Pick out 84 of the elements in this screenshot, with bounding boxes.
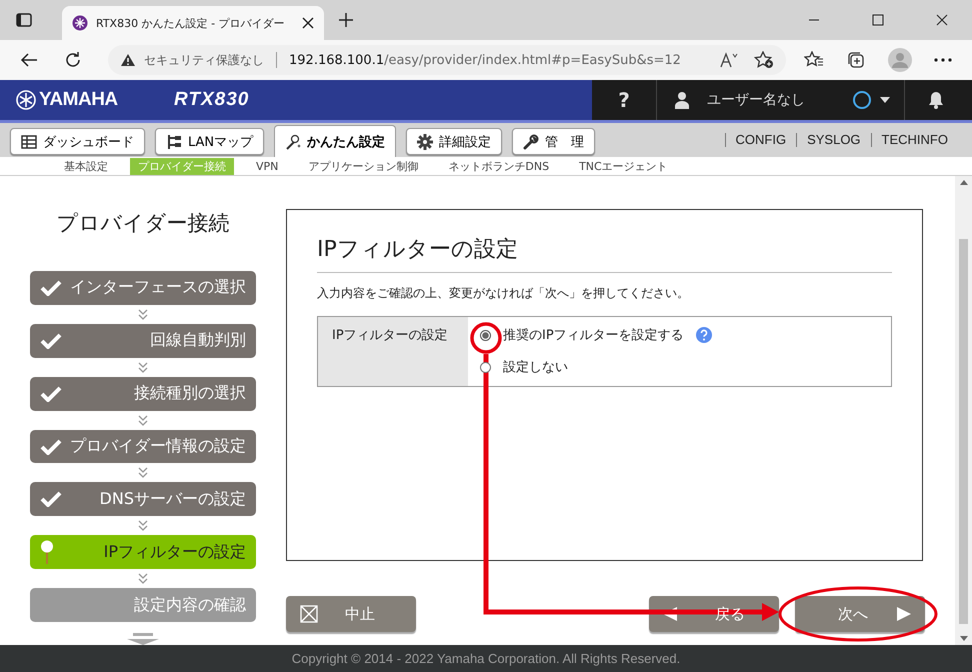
nav-link[interactable]: CONFIG — [724, 133, 796, 147]
highlight-circle — [470, 322, 502, 354]
user-icon — [675, 91, 689, 109]
wizard-step: 回線自動判別 — [30, 324, 256, 358]
help-icon[interactable] — [696, 327, 712, 343]
radio-button[interactable] — [480, 330, 491, 340]
next-button[interactable]: 次へ — [795, 596, 925, 632]
check-icon — [40, 491, 62, 508]
collections-icon[interactable] — [846, 51, 866, 69]
option-label[interactable]: 設定しない — [503, 358, 568, 376]
close-tab-icon[interactable] — [302, 17, 314, 29]
double-chevron-icon — [138, 467, 148, 478]
gear-icon — [417, 134, 434, 150]
read-aloud-icon[interactable] — [720, 52, 738, 68]
box-x-icon — [300, 605, 318, 623]
warning-icon — [120, 53, 136, 67]
scroll-up-icon[interactable] — [960, 180, 968, 185]
address-field[interactable]: セキュリティ保護なし 192.168.100.1/easy/provider/index.html#p=EasySub&s=12 — [108, 45, 786, 75]
close-window-icon[interactable] — [936, 14, 948, 26]
new-tab-icon[interactable] — [338, 12, 354, 28]
nav-tab[interactable]: ダッシュボード — [10, 128, 145, 155]
wizard-step: IPフィルターの設定 — [30, 535, 256, 570]
check-icon — [40, 280, 62, 296]
url-text: 192.168.100.1/easy/provider/index.html#p=EasySub&s=12 — [289, 52, 681, 68]
option-label[interactable]: 推奨のIPフィルターを設定する — [503, 326, 684, 344]
wizard-title: プロバイダー接続 — [56, 210, 230, 237]
wand-icon — [285, 134, 302, 150]
wizard-step: インターフェースの選択 — [30, 271, 256, 305]
wrench-icon — [523, 134, 540, 150]
favorite-add-icon[interactable] — [754, 51, 774, 69]
pin-icon — [40, 540, 54, 564]
scrollbar-thumb[interactable] — [959, 239, 968, 624]
tab-actions-icon[interactable] — [16, 13, 32, 27]
reload-icon[interactable] — [64, 51, 82, 69]
nav-link[interactable]: SYSLOG — [796, 133, 871, 147]
check-icon — [40, 386, 62, 402]
double-chevron-icon — [138, 520, 148, 532]
ring-icon — [852, 90, 872, 110]
check-icon — [40, 332, 62, 349]
nav-tab[interactable]: 管 理 — [512, 128, 596, 155]
panel-title: IPフィルターの設定 — [317, 234, 892, 273]
double-chevron-icon — [138, 308, 148, 320]
cancel-button[interactable]: 中止 — [286, 596, 416, 632]
help-button[interactable]: ? — [592, 80, 656, 120]
caret-icon — [880, 97, 890, 103]
maximize-icon[interactable] — [872, 14, 884, 26]
tab-title: RTX830 かんたん設定 - プロバイダー — [96, 16, 286, 30]
nav-link[interactable]: TECHINFO — [870, 133, 958, 147]
favorites-icon[interactable] — [804, 51, 824, 69]
instruction-text: 入力内容をご確認の上、変更がなければ「次へ」を押してください。 — [317, 285, 690, 302]
security-label: セキュリティ保護なし — [144, 52, 264, 68]
more-icon[interactable] — [934, 58, 952, 62]
back-icon[interactable] — [20, 52, 38, 68]
field-label: IPフィルターの設定 — [318, 317, 468, 386]
nav-tab[interactable]: 詳細設定 — [406, 128, 502, 155]
subnav-item[interactable]: TNCエージェント — [571, 158, 676, 174]
brand-logo: YAMAHA — [39, 89, 118, 111]
check-icon — [40, 438, 62, 454]
nav-tab[interactable]: かんたん設定 — [274, 125, 396, 157]
subnav-item[interactable]: VPN — [248, 158, 286, 174]
double-chevron-icon — [138, 573, 148, 584]
model-name: RTX830 — [174, 89, 250, 111]
double-chevron-icon — [138, 414, 148, 426]
bell-icon — [928, 91, 944, 109]
tree-diagram-icon — [166, 134, 182, 150]
tuning-fork-logo-icon — [16, 90, 36, 110]
grid-icon — [21, 134, 37, 150]
wizard-step: 設定内容の確認 — [30, 588, 256, 622]
nav-tab[interactable]: LANマップ — [155, 128, 264, 155]
wizard-step: DNSサーバーの設定 — [30, 482, 256, 516]
wizard-step: 接続種別の選択 — [30, 376, 256, 411]
site-favicon-icon — [72, 15, 88, 31]
scrollbar[interactable] — [955, 176, 972, 645]
subnav-item[interactable]: 基本設定 — [56, 158, 116, 174]
scroll-down-icon[interactable] — [960, 636, 968, 641]
browser-tab[interactable]: RTX830 かんたん設定 - プロバイダー — [62, 6, 324, 40]
wizard-step: プロバイダー情報の設定 — [30, 430, 256, 464]
subnav-item[interactable]: ネットボランチDNS — [440, 158, 558, 174]
subnav-item[interactable]: アプリケーション制御 — [300, 158, 426, 174]
right-triangle-icon — [897, 607, 911, 621]
double-chevron-icon — [138, 362, 148, 373]
profile-avatar-icon[interactable] — [888, 48, 912, 72]
radio-button[interactable] — [480, 362, 491, 372]
copyright-text: Copyright © 2014 - 2022 Yamaha Corporation. All Rights Reserved. — [0, 645, 972, 672]
